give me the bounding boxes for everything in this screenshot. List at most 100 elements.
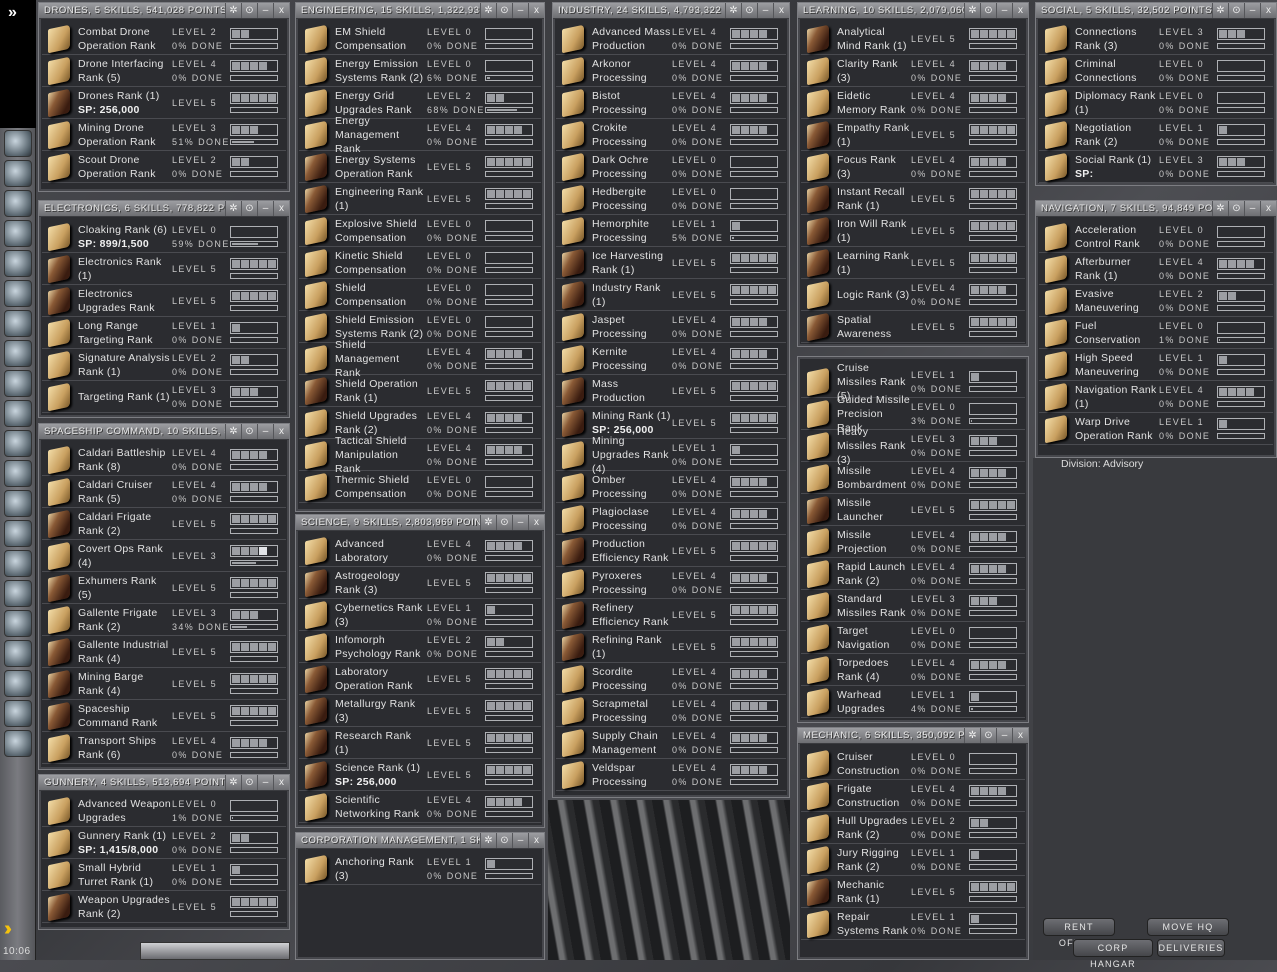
pin-icon[interactable]: ⊙ — [741, 3, 757, 18]
skill-row[interactable]: Target Navigation LEVEL 00% DONE — [801, 622, 1025, 654]
skill-row[interactable]: Missile Projection LEVEL 40% DONE — [801, 526, 1025, 558]
close-button[interactable]: x — [528, 3, 544, 18]
minimize-button[interactable]: – — [996, 728, 1012, 743]
minimize-button[interactable]: – — [257, 424, 273, 439]
skill-row[interactable]: Missile Bombardment LEVEL 40% DONE — [801, 462, 1025, 494]
close-button[interactable]: x — [273, 775, 289, 790]
skill-row[interactable]: Small Hybrid Turret Rank (1) LEVEL 10% D… — [42, 859, 286, 891]
skill-row[interactable]: Combat Drone Operation Rank LEVEL 20% DO… — [42, 23, 286, 55]
skill-row[interactable]: High Speed Maneuvering LEVEL 10% DONE — [1039, 349, 1273, 381]
skill-row[interactable]: Covert Ops Rank (4) LEVEL 3 — [42, 540, 286, 572]
skill-row[interactable]: Advanced Weapon Upgrades LEVEL 01% DONE — [42, 795, 286, 827]
skill-row[interactable]: Scout Drone Operation Rank LEVEL 20% DON… — [42, 151, 286, 183]
skill-row[interactable]: Gallente Industrial Rank (4) LEVEL 5 — [42, 636, 286, 668]
options-icon[interactable]: ✲ — [1212, 201, 1228, 216]
window-header[interactable]: CORPORATION MANAGEMENT, 1 SKILL,✲⊙–x — [296, 833, 544, 849]
skill-row[interactable]: Arkonor Processing LEVEL 40% DONE — [556, 55, 786, 87]
minimize-button[interactable]: – — [512, 3, 528, 18]
skill-row[interactable]: Drones Rank (1)SP: 256,000 LEVEL 5 — [42, 87, 286, 119]
skill-row[interactable]: Kernite Processing LEVEL 40% DONE — [556, 343, 786, 375]
market-icon[interactable] — [4, 280, 32, 307]
calculator-icon[interactable] — [4, 460, 32, 487]
skill-row[interactable]: Warp Drive Operation Rank LEVEL 10% DONE — [1039, 413, 1273, 445]
help-icon[interactable] — [4, 490, 32, 517]
skill-row[interactable]: Gunnery Rank (1)SP: 1,415/8,000 LEVEL 20… — [42, 827, 286, 859]
skill-row[interactable]: Iron Will Rank (1) LEVEL 5 — [801, 215, 1025, 247]
skill-row[interactable]: Caldari Battleship Rank (8) LEVEL 40% DO… — [42, 444, 286, 476]
skill-row[interactable]: Metallurgy Rank (3) LEVEL 5 — [299, 695, 541, 727]
chevrons-icon[interactable]: ››› — [4, 918, 32, 940]
skill-row[interactable]: Focus Rank (3) LEVEL 40% DONE — [801, 151, 1025, 183]
ship-icon[interactable] — [4, 700, 32, 727]
minimize-button[interactable]: – — [1244, 201, 1260, 216]
skill-row[interactable]: Scordite Processing LEVEL 40% DONE — [556, 663, 786, 695]
options-icon[interactable]: ✲ — [480, 515, 496, 530]
skill-row[interactable]: Rapid Launch Rank (2) LEVEL 40% DONE — [801, 558, 1025, 590]
options-icon[interactable]: ✲ — [225, 424, 241, 439]
minimize-button[interactable]: – — [257, 3, 273, 18]
skill-row[interactable]: Advanced Mass Production LEVEL 40% DONE — [556, 23, 786, 55]
chat-icon[interactable] — [4, 520, 32, 547]
close-button[interactable]: x — [273, 424, 289, 439]
pin-icon[interactable]: ⊙ — [1228, 201, 1244, 216]
pin-icon[interactable]: ⊙ — [980, 3, 996, 18]
skill-row[interactable]: Cruise Missiles Rank (5) LEVEL 10% DONE — [801, 366, 1025, 398]
skill-row[interactable]: Laboratory Operation Rank LEVEL 5 — [299, 663, 541, 695]
assets-icon[interactable] — [4, 250, 32, 277]
portrait-icon[interactable] — [4, 670, 32, 697]
minimize-button[interactable]: – — [996, 3, 1012, 18]
skill-row[interactable]: Engineering Rank (1) LEVEL 5 — [299, 183, 541, 215]
contracts-icon[interactable] — [4, 310, 32, 337]
skill-row[interactable]: Energy Emission Systems Rank (2) LEVEL 0… — [299, 55, 541, 87]
skill-row[interactable]: Hull Upgrades Rank (2) LEVEL 20% DONE — [801, 812, 1025, 844]
skill-row[interactable]: Signature Analysis Rank (1) LEVEL 20% DO… — [42, 349, 286, 381]
skill-row[interactable]: Connections Rank (3) LEVEL 30% DONE — [1039, 23, 1273, 55]
skill-row[interactable]: Cybernetics Rank (3) LEVEL 10% DONE — [299, 599, 541, 631]
skill-row[interactable]: Mining Barge Rank (4) LEVEL 5 — [42, 668, 286, 700]
minimize-button[interactable]: – — [1244, 3, 1260, 18]
corporation-icon[interactable] — [4, 370, 32, 397]
mail-icon[interactable] — [4, 190, 32, 217]
window-header[interactable]: SOCIAL, 5 SKILLS, 32,502 POINTS✲⊙–x — [1036, 3, 1276, 19]
skill-row[interactable]: Navigation Rank (1) LEVEL 40% DONE — [1039, 381, 1273, 413]
skill-row[interactable]: Bistot Processing LEVEL 40% DONE — [556, 87, 786, 119]
skill-row[interactable]: Mining Upgrades Rank (4) LEVEL 10% DONE — [556, 439, 786, 471]
skill-row[interactable]: Fuel Conservation LEVEL 01% DONE — [1039, 317, 1273, 349]
skill-row[interactable]: Hemorphite Processing LEVEL 15% DONE — [556, 215, 786, 247]
skill-row[interactable]: Mass Production LEVEL 5 — [556, 375, 786, 407]
skill-row[interactable]: Drone Interfacing Rank (5) LEVEL 40% DON… — [42, 55, 286, 87]
skill-row[interactable]: Clarity Rank (3) LEVEL 40% DONE — [801, 55, 1025, 87]
skill-row[interactable]: Crokite Processing LEVEL 40% DONE — [556, 119, 786, 151]
pin-icon[interactable]: ⊙ — [496, 3, 512, 18]
deliveries-button[interactable]: DELIVERIES — [1157, 939, 1225, 957]
pin-icon[interactable]: ⊙ — [980, 728, 996, 743]
skill-row[interactable]: Frigate Construction LEVEL 40% DONE — [801, 780, 1025, 812]
window-header[interactable]: DRONES, 5 SKILLS, 541,028 POINTS✲⊙–x — [39, 3, 289, 19]
skill-row[interactable]: Hedbergite Processing LEVEL 00% DONE — [556, 183, 786, 215]
options-icon[interactable]: ✲ — [480, 3, 496, 18]
skill-row[interactable]: Tactical Shield Manipulation Rank LEVEL … — [299, 439, 541, 471]
skill-row[interactable]: Diplomacy Rank (1) LEVEL 00% DONE — [1039, 87, 1273, 119]
skill-row[interactable]: Standard Missiles Rank LEVEL 30% DONE — [801, 590, 1025, 622]
skill-row[interactable]: Refining Rank (1) LEVEL 5 — [556, 631, 786, 663]
options-icon[interactable]: ✲ — [225, 3, 241, 18]
close-button[interactable]: x — [1260, 201, 1276, 216]
options-icon[interactable]: ✲ — [225, 201, 241, 216]
pin-icon[interactable]: ⊙ — [241, 3, 257, 18]
minimize-button[interactable]: – — [512, 515, 528, 530]
window-header[interactable]: LEARNING, 10 SKILLS, 2,079,060✲⊙–x — [798, 3, 1028, 19]
skill-row[interactable]: Supply Chain Management LEVEL 40% DONE — [556, 727, 786, 759]
skill-row[interactable]: Anchoring Rank (3) LEVEL 10% DONE — [299, 853, 541, 885]
skill-row[interactable]: Caldari Frigate Rank (2) LEVEL 5 — [42, 508, 286, 540]
skill-row[interactable]: Shield Management Rank LEVEL 40% DONE — [299, 343, 541, 375]
skill-row[interactable]: Omber Processing LEVEL 40% DONE — [556, 471, 786, 503]
skill-row[interactable]: Electronics Rank (1) LEVEL 5 — [42, 253, 286, 285]
window-header[interactable]: INDUSTRY, 24 SKILLS, 4,793,322 P✲⊙–x — [553, 3, 789, 19]
pin-icon[interactable]: ⊙ — [496, 515, 512, 530]
skill-row[interactable]: Scientific Networking Rank LEVEL 40% DON… — [299, 791, 541, 823]
rent-office-button[interactable]: RENT OFFICE — [1043, 918, 1115, 936]
skill-row[interactable]: Spaceship Command Rank LEVEL 5 — [42, 700, 286, 732]
skill-row[interactable]: Torpedoes Rank (4) LEVEL 40% DONE — [801, 654, 1025, 686]
pin-icon[interactable]: ⊙ — [496, 833, 512, 848]
skill-row[interactable]: Research Rank (1) LEVEL 5 — [299, 727, 541, 759]
